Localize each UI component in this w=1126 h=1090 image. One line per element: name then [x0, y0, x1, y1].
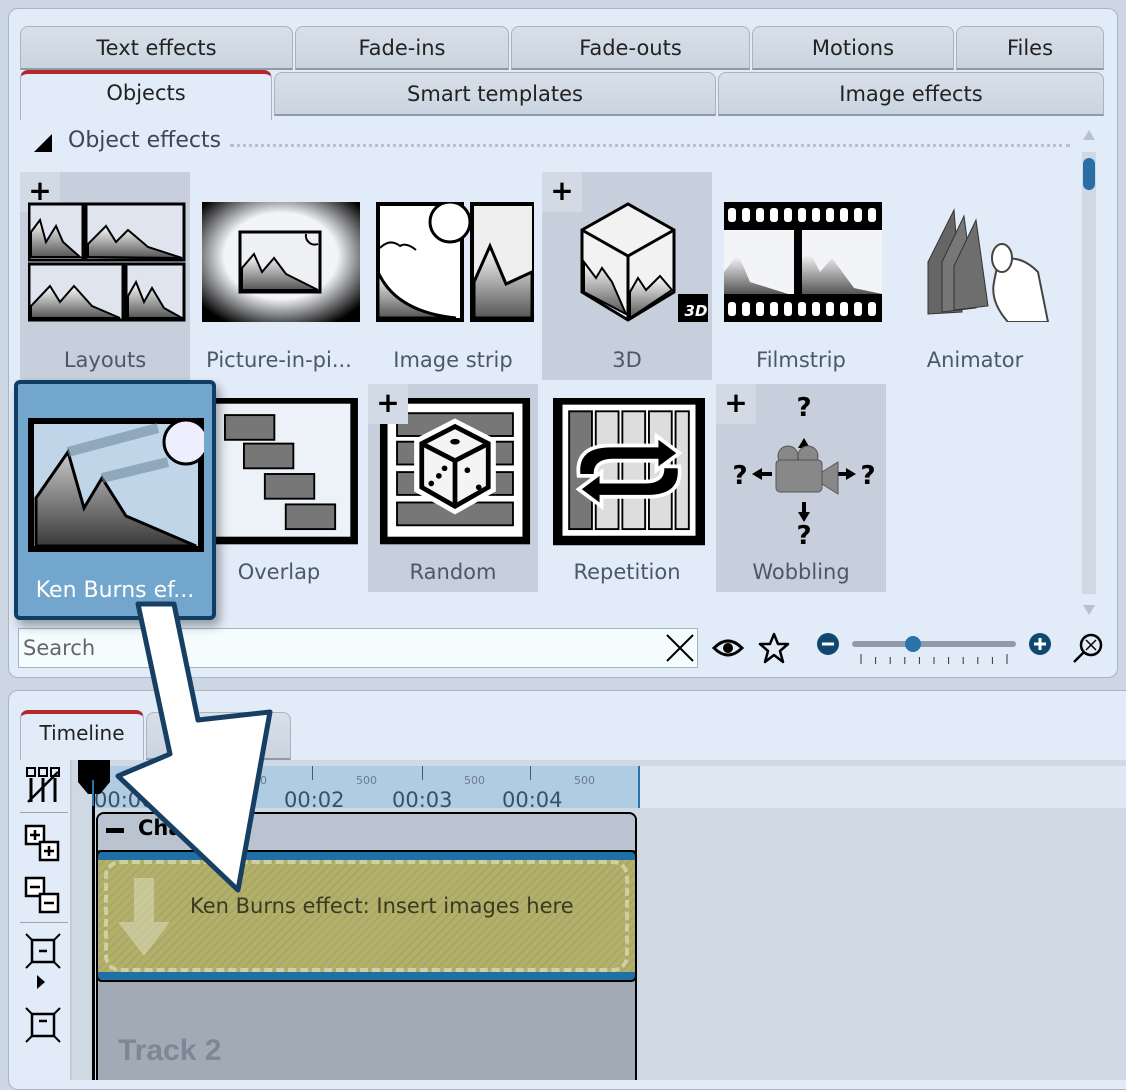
- effect-label: Overlap: [237, 560, 321, 584]
- filmstrip-icon: [724, 202, 882, 322]
- eye-icon[interactable]: [712, 634, 744, 662]
- tab-objects[interactable]: Objects: [20, 70, 272, 120]
- zoom-slider-knob[interactable]: [904, 636, 921, 652]
- track-label: Track 2: [118, 1034, 222, 1067]
- ruler-sub-label: 500: [464, 774, 485, 787]
- effect-label: Filmstrip: [756, 348, 846, 372]
- split-tracks-icon[interactable]: [24, 766, 62, 804]
- expand-track-height-icon[interactable]: [24, 1006, 62, 1044]
- picture-in-picture-icon: [202, 202, 360, 322]
- add-track-icon[interactable]: [24, 824, 62, 862]
- playhead[interactable]: [78, 760, 112, 1080]
- svg-text:?: ?: [796, 393, 811, 423]
- zoom-slider[interactable]: [852, 636, 1016, 652]
- effect-tile-3d[interactable]: + 3D 3D: [542, 172, 712, 380]
- drag-instruction-arrow-icon: [115, 601, 273, 893]
- remove-track-icon[interactable]: [24, 876, 62, 914]
- zoom-in-icon[interactable]: [1028, 632, 1052, 656]
- effect-tile-filmstrip[interactable]: Filmstrip: [716, 172, 886, 380]
- effect-label: Random: [409, 560, 497, 584]
- tab-fade-ins[interactable]: Fade-ins: [295, 26, 509, 70]
- ruler-sub-label: 500: [356, 774, 377, 787]
- ruler-extension: [640, 766, 1126, 808]
- effect-tile-animator[interactable]: Animator: [890, 172, 1060, 380]
- zoom-fit-icon[interactable]: [1072, 632, 1104, 664]
- ruler-label: 00:04: [502, 788, 563, 812]
- svg-text:?: ?: [860, 461, 875, 491]
- repetition-icon: [553, 398, 705, 546]
- effect-label: Animator: [926, 348, 1024, 372]
- effect-label: Layouts: [63, 348, 147, 372]
- effect-label: Picture-in-pi...: [206, 348, 352, 372]
- overlap-icon: [204, 398, 358, 545]
- image-strip-icon: [376, 202, 534, 322]
- scroll-down-arrow-icon[interactable]: [1083, 605, 1095, 615]
- timeline-toolbar: [18, 760, 72, 1080]
- tab-motions[interactable]: Motions: [752, 26, 954, 70]
- ruler-label: 00:03: [392, 788, 453, 812]
- tab-files[interactable]: Files: [956, 26, 1104, 70]
- collapse-triangle-icon[interactable]: [34, 134, 52, 152]
- ruler-tick: [422, 766, 423, 780]
- layouts-icon: [28, 202, 186, 322]
- wobbling-camera-icon: ????: [732, 393, 875, 551]
- section-divider: [230, 144, 1070, 147]
- zoom-out-icon[interactable]: [816, 632, 840, 656]
- tab-fade-outs[interactable]: Fade-outs: [511, 26, 750, 70]
- section-title: Object effects: [68, 128, 222, 153]
- star-icon[interactable]: [758, 632, 790, 664]
- ruler-tick: [530, 766, 531, 780]
- ruler-label: 00:02: [284, 788, 345, 812]
- svg-text:?: ?: [796, 521, 811, 551]
- tab-text-effects[interactable]: Text effects: [20, 26, 293, 70]
- effect-tile-wobbling[interactable]: + ???? Wobbling: [716, 384, 886, 592]
- ruler-tick: [312, 766, 313, 780]
- expand-arrow-icon[interactable]: [36, 974, 46, 990]
- clear-search-icon[interactable]: [665, 633, 695, 663]
- effect-tile-overlap[interactable]: Overlap: [194, 384, 364, 592]
- section-object-effects[interactable]: Object effects: [34, 128, 1070, 156]
- effect-label: 3D: [612, 348, 642, 372]
- expand-plus-icon[interactable]: +: [368, 384, 408, 424]
- svg-text:?: ?: [732, 461, 747, 491]
- ken-burns-icon: [28, 418, 204, 552]
- flipbook-icon: [927, 208, 1050, 322]
- effect-tile-picture-in-picture[interactable]: Picture-in-pi...: [194, 172, 364, 380]
- effect-tile-image-strip[interactable]: Image strip: [368, 172, 538, 380]
- collapse-track-height-icon[interactable]: [24, 932, 62, 970]
- zoom-slider-ticks: [860, 654, 1008, 664]
- effect-tile-random[interactable]: + Random: [368, 384, 538, 592]
- ruler-sub-label: 500: [574, 774, 595, 787]
- vertical-scrollbar[interactable]: [1082, 152, 1096, 594]
- effect-label: Repetition: [573, 560, 681, 584]
- 3d-badge: 3D: [685, 302, 708, 320]
- effect-tile-repetition[interactable]: Repetition: [542, 384, 712, 592]
- tab-image-effects[interactable]: Image effects: [718, 72, 1104, 116]
- tab-smart-templates[interactable]: Smart templates: [274, 72, 716, 116]
- effect-tile-layouts[interactable]: + Layouts: [20, 172, 190, 380]
- scroll-up-arrow-icon[interactable]: [1083, 130, 1095, 140]
- 3d-cube-icon: 3D: [580, 202, 708, 322]
- effect-label: Image strip: [393, 348, 513, 372]
- effect-tile-ken-burns[interactable]: Ken Burns ef...: [14, 380, 216, 620]
- scrollbar-thumb[interactable]: [1083, 158, 1095, 190]
- effect-label: Wobbling: [752, 560, 850, 584]
